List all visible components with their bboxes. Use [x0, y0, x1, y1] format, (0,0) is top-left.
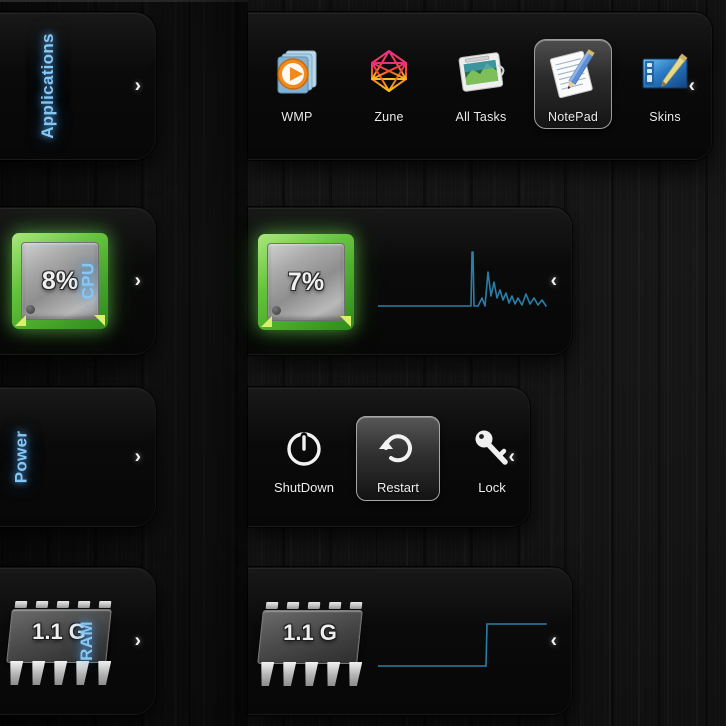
skins-icon: [638, 46, 692, 100]
chevron-left-icon[interactable]: ‹: [509, 448, 515, 467]
sidebar-item-ram[interactable]: 1.1 G RAM ›: [0, 567, 156, 715]
chevron-right-icon[interactable]: ›: [135, 77, 141, 96]
cpu-panel: 7% ‹: [248, 207, 572, 355]
app-item-skins-label: Skins: [649, 110, 681, 124]
cpu-usage-graph: [378, 240, 550, 320]
app-item-wmp-label: WMP: [281, 110, 313, 124]
app-item-all-tasks-label: All Tasks: [455, 110, 507, 124]
sidebar-item-applications[interactable]: Applications ›: [0, 12, 156, 160]
cpu-usage-value: 7%: [287, 267, 325, 296]
app-item-wmp[interactable]: WMP: [258, 39, 336, 129]
power-panel: ShutDown Restart Lock ‹: [248, 387, 530, 527]
power-item-lock-label: Lock: [478, 480, 506, 495]
application-dock-panel: WMP Zune All Tasks NotePad Skins ‹: [248, 12, 712, 160]
power-item-lock[interactable]: Lock: [450, 416, 534, 501]
sidebar-item-ram-label: RAM: [77, 621, 97, 661]
power-item-restart[interactable]: Restart: [356, 416, 440, 501]
top-edge-highlight: [0, 0, 248, 2]
sidebar-item-power-label: Power: [11, 430, 31, 484]
sidebar-item-cpu-label: CPU: [78, 262, 98, 300]
windows-media-player-icon: [270, 46, 324, 100]
cpu-chip-icon: 7%: [258, 234, 354, 330]
power-item-restart-label: Restart: [377, 480, 419, 495]
power-icon: [281, 425, 327, 471]
ram-usage-value: 1.1 G: [283, 620, 337, 645]
restart-icon: [375, 425, 421, 471]
power-action-list: ShutDown Restart Lock: [262, 416, 534, 501]
ram-usage-graph: [378, 600, 550, 680]
app-item-notepad[interactable]: NotePad: [534, 39, 612, 129]
power-item-shutdown[interactable]: ShutDown: [262, 416, 346, 501]
chevron-right-icon[interactable]: ›: [135, 448, 141, 467]
app-item-all-tasks[interactable]: All Tasks: [442, 39, 520, 129]
app-item-zune[interactable]: Zune: [350, 39, 428, 129]
chevron-right-icon[interactable]: ›: [135, 272, 141, 291]
app-item-notepad-label: NotePad: [547, 110, 599, 124]
ram-panel: 1.1 G ‹: [248, 567, 572, 715]
sidebar-item-applications-label: Applications: [37, 33, 57, 139]
sidebar-item-power[interactable]: Power ›: [0, 387, 156, 527]
zune-icon: [362, 46, 416, 100]
all-tasks-icon: [454, 46, 508, 100]
app-item-zune-label: Zune: [374, 110, 404, 124]
power-item-shutdown-label: ShutDown: [274, 480, 334, 495]
chevron-right-icon[interactable]: ›: [135, 632, 141, 651]
notepad-icon: [546, 46, 600, 100]
application-icon-list: WMP Zune All Tasks NotePad Skins: [258, 39, 704, 129]
chevron-left-icon[interactable]: ‹: [551, 272, 557, 291]
ram-chip-icon: 1.1 G: [256, 596, 364, 688]
chevron-left-icon[interactable]: ‹: [551, 632, 557, 651]
chevron-left-icon[interactable]: ‹: [689, 77, 695, 96]
sidebar-item-cpu[interactable]: 8% CPU ›: [0, 207, 156, 355]
